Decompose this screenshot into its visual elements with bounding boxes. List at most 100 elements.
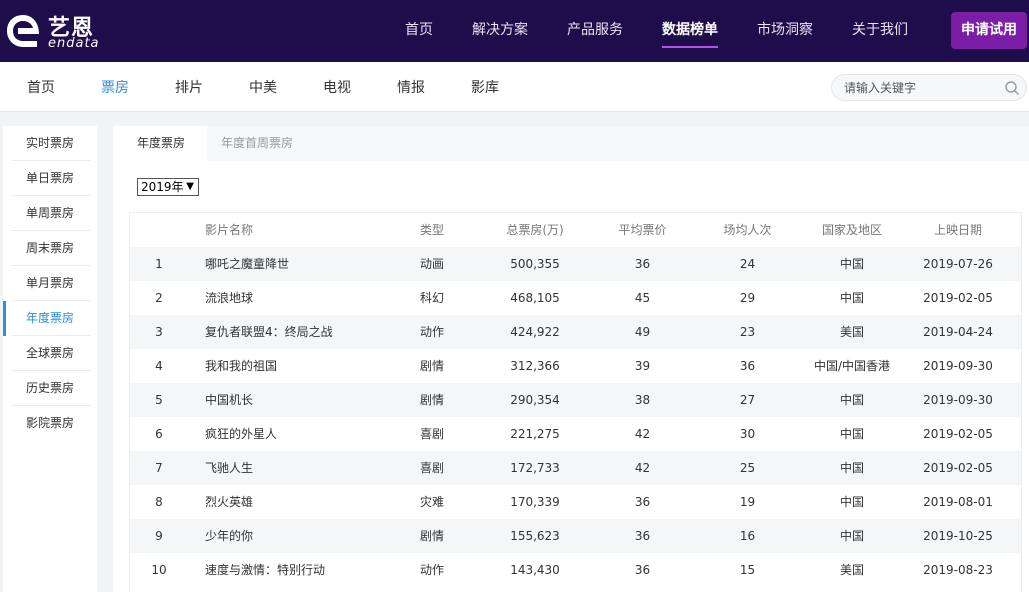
cell-avg-attendance: 19 <box>739 495 756 509</box>
tab-yearly-opening-week[interactable]: 年度首周票房 <box>221 126 293 161</box>
cell-total-box-office: 221,275 <box>510 427 560 441</box>
cell-country: 中国 <box>839 257 864 271</box>
cell-title[interactable]: 中国机长 <box>205 383 405 417</box>
cell-country: 中国 <box>839 427 864 441</box>
cell-total-box-office: 424,922 <box>510 325 560 339</box>
sidebar-item-history[interactable]: 历史票房 <box>11 371 91 406</box>
top-header: 艺恩 endata 首页 解决方案 产品服务 数据榜单 市场洞察 关于我们 申请… <box>0 0 1029 62</box>
tab-bar: 年度票房 年度首周票房 <box>113 126 1029 161</box>
cell-title[interactable]: 速度与激情：特别行动 <box>205 553 405 587</box>
cell-title[interactable]: 飞驰人生 <box>205 451 405 485</box>
cell-total-box-office: 312,366 <box>510 359 560 373</box>
sidebar-item-global[interactable]: 全球票房 <box>11 336 91 371</box>
cell-title[interactable]: 我和我的祖国 <box>205 349 405 383</box>
cell-country: 美国 <box>839 325 864 339</box>
cell-total-box-office: 143,430 <box>510 563 560 577</box>
col-header-genre: 类型 <box>420 223 445 237</box>
cell-title[interactable]: 烈火英雄 <box>205 485 405 519</box>
cell-title[interactable]: 疯狂的外星人 <box>205 417 405 451</box>
col-header-country: 国家及地区 <box>821 223 882 237</box>
table-row[interactable]: 8 烈火英雄 灾难 170,339 36 19 中国 2019-08-01 <box>130 485 1021 519</box>
cell-avg-attendance: 25 <box>739 461 756 475</box>
cell-genre: 剧情 <box>420 393 445 407</box>
cell-title[interactable]: 哪吒之魔童降世 <box>205 247 405 281</box>
cell-avg-price: 42 <box>634 461 651 475</box>
sub-nav-box-office[interactable]: 票房 <box>101 62 129 112</box>
sub-nav-scheduling[interactable]: 排片 <box>175 62 203 112</box>
cell-total-box-office: 468,105 <box>510 291 560 305</box>
table-row[interactable]: 10 速度与激情：特别行动 动作 143,430 36 15 美国 2019-08-23 <box>130 553 1021 587</box>
apply-trial-button[interactable]: 申请试用 <box>951 12 1027 49</box>
table-row[interactable]: 3 复仇者联盟4：终局之战 动作 424,922 49 23 美国 2019-04-24 <box>130 315 1021 349</box>
cell-avg-attendance: 15 <box>739 563 756 577</box>
cell-genre: 剧情 <box>420 359 445 373</box>
year-select[interactable]: 2019年 ▼ <box>137 178 199 196</box>
cell-total-box-office: 500,355 <box>510 257 560 271</box>
cell-total-box-office: 172,733 <box>510 461 560 475</box>
top-nav-about[interactable]: 关于我们 <box>852 0 908 62</box>
search-input[interactable] <box>844 79 994 97</box>
cell-rank: 5 <box>155 393 163 407</box>
top-nav-data-rankings[interactable]: 数据榜单 <box>662 0 718 62</box>
cell-genre: 喜剧 <box>420 427 445 441</box>
cell-avg-price: 39 <box>634 359 651 373</box>
sub-nav-intel[interactable]: 情报 <box>397 62 425 112</box>
cell-country: 中国 <box>839 529 864 543</box>
cell-avg-attendance: 27 <box>739 393 756 407</box>
table-row[interactable]: 7 飞驰人生 喜剧 172,733 42 25 中国 2019-02-05 <box>130 451 1021 485</box>
top-nav: 首页 解决方案 产品服务 数据榜单 市场洞察 关于我们 <box>405 0 947 62</box>
cell-avg-attendance: 30 <box>739 427 756 441</box>
sub-nav-china-us[interactable]: 中美 <box>249 62 277 112</box>
cell-country: 美国 <box>839 563 864 577</box>
cell-rank: 8 <box>155 495 163 509</box>
search-icon[interactable] <box>1004 80 1020 96</box>
cell-avg-price: 38 <box>634 393 651 407</box>
table-row[interactable]: 5 中国机长 剧情 290,354 38 27 中国 2019-09-30 <box>130 383 1021 417</box>
table-row[interactable]: 4 我和我的祖国 剧情 312,366 39 36 中国/中国香港 2019-09-30 <box>130 349 1021 383</box>
sidebar-item-cinema[interactable]: 影院票房 <box>11 406 91 441</box>
cell-avg-price: 36 <box>634 563 651 577</box>
sub-nav: 首页 票房 排片 中美 电视 情报 影库 <box>0 62 1029 112</box>
table-row[interactable]: 9 少年的你 剧情 155,623 36 16 中国 2019-10-25 <box>130 519 1021 553</box>
col-header-avg-price[interactable]: 平均票价 <box>600 213 685 247</box>
cell-avg-price: 36 <box>634 529 651 543</box>
top-nav-products[interactable]: 产品服务 <box>567 0 623 62</box>
sidebar-item-daily[interactable]: 单日票房 <box>11 161 91 196</box>
tab-yearly-box-office[interactable]: 年度票房 <box>113 126 207 161</box>
cell-avg-attendance: 23 <box>739 325 756 339</box>
sub-nav-film-library[interactable]: 影库 <box>471 62 499 112</box>
sidebar-item-realtime[interactable]: 实时票房 <box>11 126 91 161</box>
sub-nav-tv[interactable]: 电视 <box>323 62 351 112</box>
cell-title[interactable]: 少年的你 <box>205 519 405 553</box>
table-row[interactable]: 1 哪吒之魔童降世 动画 500,355 36 24 中国 2019-07-26 <box>130 247 1021 281</box>
sidebar-item-weekend[interactable]: 周末票房 <box>11 231 91 266</box>
cell-genre: 喜剧 <box>420 461 445 475</box>
cell-release-date: 2019-08-01 <box>923 495 993 509</box>
cell-avg-price: 36 <box>634 495 651 509</box>
cell-genre: 动画 <box>420 257 445 271</box>
cell-country: 中国/中国香港 <box>813 359 891 373</box>
table-row[interactable]: 6 疯狂的外星人 喜剧 221,275 42 30 中国 2019-02-05 <box>130 417 1021 451</box>
cell-release-date: 2019-09-30 <box>923 359 993 373</box>
cell-country: 中国 <box>839 495 864 509</box>
col-header-total-box-office[interactable]: 总票房(万) <box>490 213 580 247</box>
cell-genre: 科幻 <box>420 291 445 305</box>
top-nav-home[interactable]: 首页 <box>405 0 433 62</box>
cell-avg-price: 42 <box>634 427 651 441</box>
sub-nav-home[interactable]: 首页 <box>27 62 55 112</box>
logo[interactable]: 艺恩 endata <box>4 8 114 51</box>
cell-release-date: 2019-02-05 <box>923 291 993 305</box>
cell-title[interactable]: 流浪地球 <box>205 281 405 315</box>
col-header-avg-attendance[interactable]: 场均人次 <box>705 213 790 247</box>
top-nav-market-insights[interactable]: 市场洞察 <box>757 0 813 62</box>
cell-title[interactable]: 复仇者联盟4：终局之战 <box>205 315 405 349</box>
cell-genre: 剧情 <box>420 529 445 543</box>
sidebar-item-weekly[interactable]: 单周票房 <box>11 196 91 231</box>
cell-rank: 10 <box>151 563 167 577</box>
cell-genre: 灾难 <box>420 495 445 509</box>
sidebar-item-monthly[interactable]: 单月票房 <box>11 266 91 301</box>
top-nav-solutions[interactable]: 解决方案 <box>472 0 528 62</box>
col-header-release-date[interactable]: 上映日期 <box>913 213 1003 247</box>
table-row[interactable]: 2 流浪地球 科幻 468,105 45 29 中国 2019-02-05 <box>130 281 1021 315</box>
sidebar-item-yearly[interactable]: 年度票房 <box>11 301 91 336</box>
